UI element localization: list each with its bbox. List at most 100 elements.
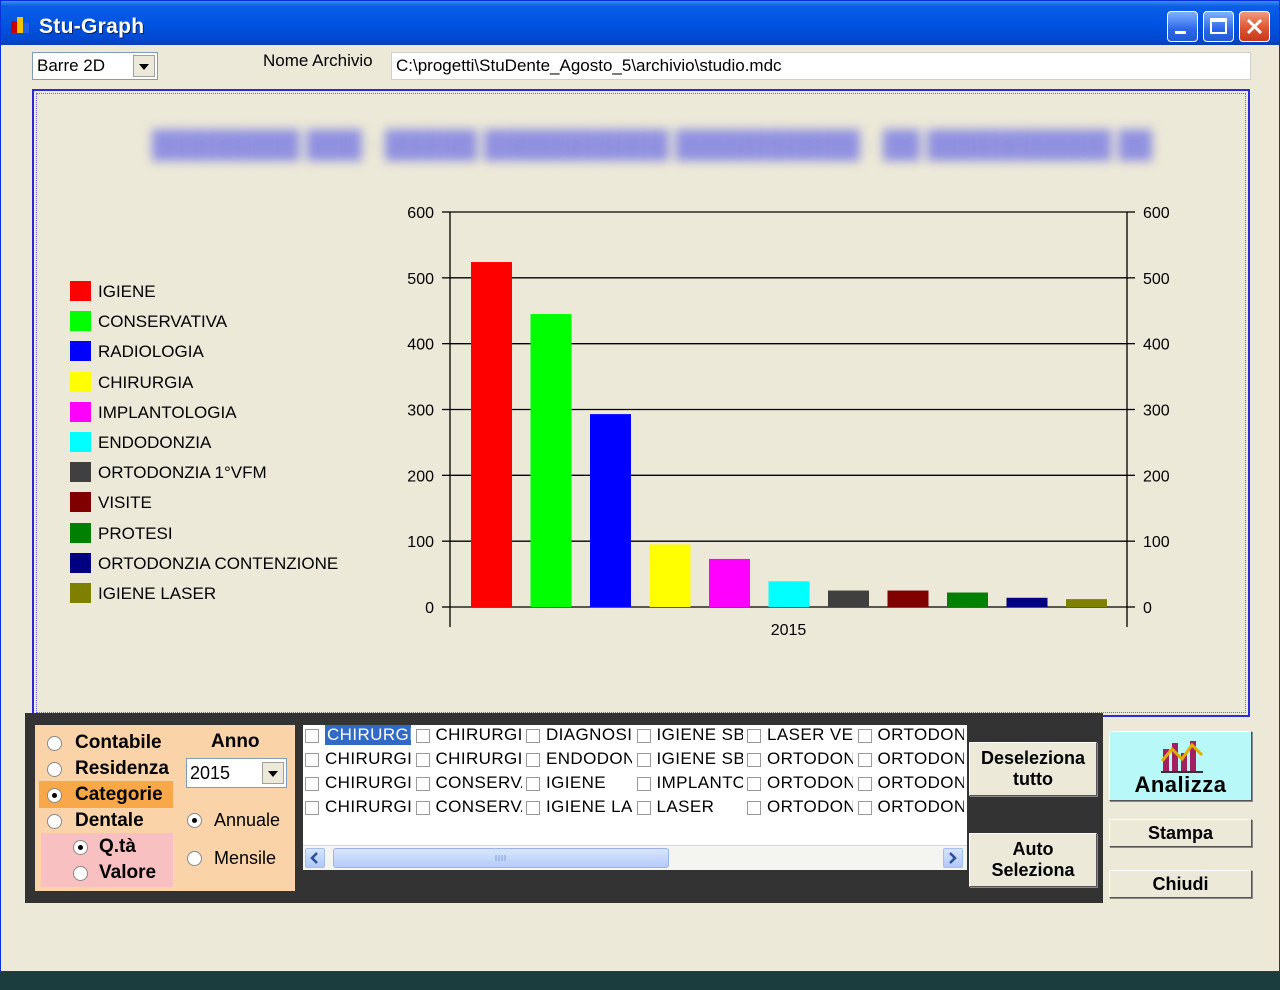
checkbox[interactable] — [305, 753, 319, 767]
checklist-item[interactable]: ORTODONZIA — [856, 773, 964, 795]
checklist-item[interactable]: IGIENE SBIANCANTE — [635, 725, 743, 747]
radio-circle[interactable] — [47, 788, 62, 803]
checklist-item[interactable]: LASER VET — [745, 725, 853, 747]
checklist-item[interactable]: ENDODONZIA — [524, 749, 632, 771]
category-checklist[interactable]: CHIRURGIA CHIRURGIA CHIRURGIA CHIRURGIA CHIR… — [303, 725, 967, 845]
close-button[interactable] — [1239, 11, 1270, 42]
checklist-item-label: IGIENE SBIANCANTE — [656, 749, 743, 768]
checklist-item[interactable]: CHIRURGIA — [414, 725, 522, 747]
checkbox[interactable] — [305, 801, 319, 815]
radio-circle[interactable] — [187, 851, 202, 866]
checklist-item[interactable]: CHIRURGIA — [414, 749, 522, 771]
checkbox[interactable] — [636, 729, 651, 743]
checklist-item[interactable]: ORTODONZIA — [745, 773, 853, 795]
checklist-item-label: DIAGNOSI — [546, 725, 632, 744]
checkbox[interactable] — [857, 753, 872, 767]
checkbox[interactable] — [636, 753, 651, 767]
radio-circle[interactable] — [187, 813, 202, 828]
checkbox[interactable] — [857, 729, 872, 743]
checkbox[interactable] — [415, 729, 430, 743]
checklist-item-label: IGIENE SBIANCANTE — [656, 725, 743, 744]
scroll-left-button[interactable] — [305, 848, 325, 868]
checkbox[interactable] — [636, 801, 651, 815]
checkbox[interactable] — [747, 729, 761, 743]
checkbox[interactable] — [747, 801, 761, 815]
scroll-right-button[interactable] — [943, 848, 963, 868]
checklist-item[interactable]: CHIRURGIA — [303, 725, 411, 747]
checklist-item[interactable]: CONSERVATIVA — [414, 797, 522, 819]
radio-circle[interactable] — [47, 814, 62, 829]
checkbox[interactable] — [747, 777, 761, 791]
checkbox[interactable] — [526, 753, 540, 767]
checklist-item[interactable]: CHIRURGIA — [303, 797, 411, 819]
maximize-button[interactable] — [1203, 11, 1234, 42]
checkbox[interactable] — [415, 753, 430, 767]
checklist-item[interactable]: CHIRURGIA — [303, 773, 411, 795]
app-icon — [11, 17, 29, 33]
checklist-item-label: CONSERVATIVA — [435, 797, 522, 816]
checklist-item[interactable]: ORTODONZIA — [745, 797, 853, 819]
legend-swatch — [70, 371, 91, 392]
chevron-down-icon[interactable] — [133, 55, 155, 77]
checklist-item[interactable]: CHIRURGIA — [303, 749, 411, 771]
radio-circle[interactable] — [47, 736, 62, 751]
chart-area: ████████ ███ · █████ ██████████ ████████… — [32, 89, 1250, 717]
checkbox[interactable] — [415, 777, 430, 791]
checkbox[interactable] — [857, 777, 872, 791]
checkbox[interactable] — [526, 801, 540, 815]
archive-path-field[interactable]: C:\progetti\StuDente_Agosto_5\archivio\s… — [391, 52, 1251, 80]
checklist-item-label: CHIRURGIA — [325, 725, 411, 745]
analyze-button[interactable]: Analizza — [1109, 731, 1252, 801]
checkbox[interactable] — [526, 729, 540, 743]
checkbox[interactable] — [636, 777, 651, 791]
checkbox[interactable] — [526, 777, 540, 791]
checklist-item[interactable]: ORTODONZIA — [745, 749, 853, 771]
checklist-item[interactable]: LASER — [635, 797, 743, 819]
checklist-item-label: ENDODONZIA — [546, 749, 632, 768]
radio-circle[interactable] — [73, 866, 88, 881]
checklist-item[interactable]: ORTODONZIA — [856, 725, 964, 747]
y-tick-label: 300 — [407, 403, 434, 420]
bar-chart: 0 0 100 100 200 200 300 300 400 400 500 500 600 600 20… — [407, 205, 1170, 639]
checklist-item[interactable]: IGIENE LASER — [524, 797, 632, 819]
checklist-item[interactable]: CONSERVATIVA — [414, 773, 522, 795]
checklist-item-label: IGIENE — [546, 773, 607, 792]
legend-swatch — [70, 281, 91, 301]
chevron-down-icon[interactable] — [262, 762, 284, 784]
checklist-item[interactable]: ORTODONZIA — [856, 797, 964, 819]
checklist-scrollbar[interactable] — [303, 845, 967, 870]
legend-swatch — [70, 311, 91, 332]
close-icon — [1246, 18, 1263, 35]
print-button[interactable]: Stampa — [1109, 819, 1252, 847]
checkbox[interactable] — [415, 801, 430, 815]
bottom-strip — [0, 972, 1280, 990]
scroll-thumb[interactable] — [333, 848, 669, 868]
checklist-item[interactable]: DIAGNOSI — [524, 725, 632, 747]
bar — [1006, 597, 1048, 607]
auto-select-button[interactable]: Auto Seleziona — [969, 833, 1097, 887]
checkbox[interactable] — [747, 753, 761, 767]
maximize-icon — [1210, 18, 1227, 34]
checkbox[interactable] — [857, 801, 872, 815]
bar — [768, 581, 810, 607]
deselect-all-button[interactable]: Deseleziona tutto — [969, 742, 1097, 796]
checklist-item[interactable]: IMPLANTOLOGIA — [635, 773, 743, 795]
radio-circle[interactable] — [47, 762, 62, 777]
y-tick-label: 0 — [425, 600, 434, 617]
y2-tick-label: 400 — [1143, 337, 1170, 354]
title-bar[interactable]: Stu-Graph — [1, 1, 1279, 45]
checklist-item[interactable]: ORTODONZIA — [856, 749, 964, 771]
checklist-item[interactable]: IGIENE SBIANCANTE — [635, 749, 743, 771]
radio-circle[interactable] — [73, 840, 88, 855]
year-select[interactable]: 2015 — [186, 758, 287, 788]
checklist-item[interactable]: IGIENE — [524, 773, 632, 795]
y2-tick-label: 500 — [1143, 271, 1170, 288]
y-tick-label: 400 — [407, 337, 434, 354]
close-app-button[interactable]: Chiudi — [1109, 870, 1252, 898]
checkbox[interactable] — [305, 777, 319, 791]
chart-type-select[interactable]: Barre 2D — [32, 52, 158, 80]
minimize-button[interactable] — [1167, 11, 1198, 42]
y-tick-label: 600 — [407, 205, 434, 222]
checklist-item-label: ORTODONZIA — [767, 797, 853, 816]
checkbox[interactable] — [305, 729, 319, 743]
